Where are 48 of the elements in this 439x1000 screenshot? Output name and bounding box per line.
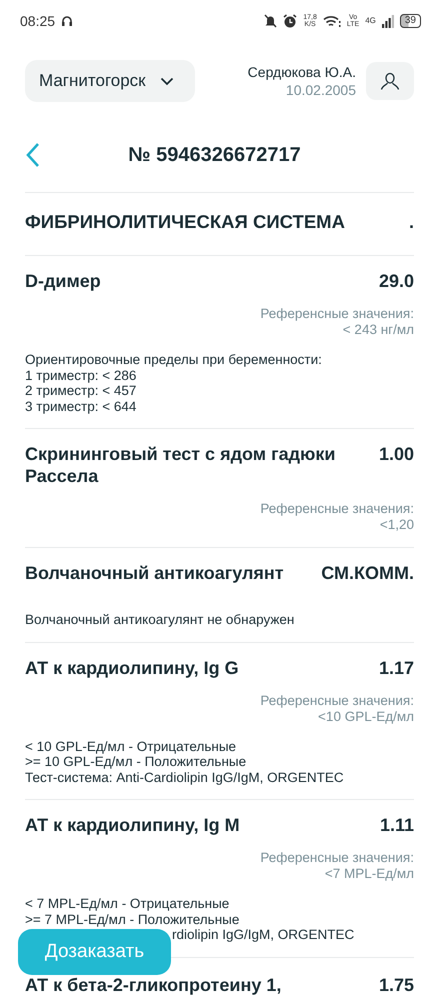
reference-value: < 243 нг/мл: [342, 322, 414, 338]
profile-button[interactable]: [366, 62, 414, 100]
test-result: 1.11: [380, 814, 414, 836]
reference-label: Референсные значения:: [260, 850, 414, 866]
test-note: >= 7 MPL-Ед/мл - Положительные: [25, 912, 240, 927]
signal-icon: [382, 14, 394, 28]
test-note: 2 триместр: < 457: [25, 383, 138, 398]
test-note: 1 триместр: < 286: [25, 368, 138, 383]
test-name: Скрининговый тест с ядом гадюки Рассела: [25, 443, 336, 487]
test-note: 3 триместр: < 644: [25, 398, 138, 414]
test-name: АТ к бета-2-гликопротеину 1,: [25, 974, 282, 996]
section-title: ФИБРИНОЛИТИЧЕСКАЯ СИСТЕМА: [25, 211, 345, 233]
patient-birthdate: 10.02.2005: [286, 82, 356, 98]
test-note: Ориентировочные пределы при беременности:: [25, 352, 323, 368]
test-note: Тест-система: Anti-Cardiolipin IgG/IgM, ORGENTEC: [25, 770, 345, 785]
chevron-down-icon: [160, 76, 174, 86]
test-name: АТ к кардиолипину, Ig G: [25, 656, 239, 678]
person-icon: [380, 70, 400, 92]
reference-label: Референсные значения:: [260, 306, 414, 322]
muted-bell-icon: [264, 14, 278, 28]
test-result: 29.0: [378, 270, 414, 292]
patient-name: Сердюкова Ю.А.: [248, 64, 356, 80]
test-note: Волчаночный антикоагулянт не обнаружен: [25, 612, 296, 628]
test-name: D-димер: [25, 270, 101, 292]
order-number: № 5946326672717: [128, 144, 301, 166]
test-result: 1.00: [378, 443, 414, 465]
test-name: АТ к кардиолипину, Ig M: [25, 814, 240, 836]
test-result: СМ.КОММ.: [321, 562, 414, 584]
reference-value: <1,20: [380, 517, 414, 533]
test-note: < 7 MPL-Ед/мл - Отрицательные: [25, 896, 230, 912]
reference-label: Референсные значения:: [260, 692, 414, 708]
alarm-icon: [283, 14, 298, 28]
status-time: 08:25: [20, 13, 56, 29]
test-note: < 10 GPL-Ед/мл - Отрицательные: [25, 738, 238, 754]
reference-value: <7 MPL-Ед/мл: [324, 866, 414, 882]
reference-label: Референсные значения:: [260, 501, 414, 517]
test-result: 1.75: [378, 974, 414, 996]
city-dropdown[interactable]: Магнитогорск: [25, 60, 195, 102]
wifi-icon: [322, 14, 341, 28]
headphones-icon: [61, 15, 74, 27]
reference-value: <10 GPL-Ед/мл: [318, 708, 414, 724]
test-name: Волчаночный антикоагулянт: [25, 562, 284, 584]
battery-level: 39: [400, 14, 421, 28]
test-note: >= 10 GPL-Ед/мл - Положительные: [25, 754, 248, 770]
test-note: rdiolipin IgG/IgM, ORGENTEC: [172, 927, 354, 942]
network-type: 4G: [365, 16, 376, 25]
section-value: .: [408, 211, 414, 233]
test-result: 1.17: [378, 656, 414, 678]
